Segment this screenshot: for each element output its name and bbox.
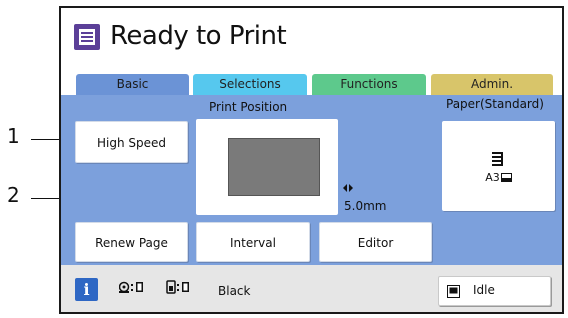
ink-color-label: Black: [218, 284, 251, 298]
editor-button[interactable]: Editor: [319, 222, 432, 262]
tab-functions[interactable]: Functions: [312, 74, 426, 95]
paper-size-row: A3: [442, 171, 555, 184]
printer-panel-screen: Ready to Print Basic Selections Function…: [59, 6, 564, 314]
ink-cartridge-icon: [166, 280, 189, 294]
callout-2: 2: [7, 183, 20, 207]
idle-button[interactable]: Idle: [438, 276, 551, 306]
print-position-offset: 5.0mm: [344, 199, 387, 213]
info-button[interactable]: i: [75, 278, 98, 301]
tab-admin[interactable]: Admin.: [431, 74, 553, 95]
master-status: [118, 280, 145, 299]
paper-tray-icon: [492, 152, 503, 166]
master-roll-icon: [118, 281, 143, 293]
page-title: Ready to Print: [110, 21, 287, 51]
print-position-preview: [228, 138, 320, 196]
header: Ready to Print: [61, 8, 562, 66]
interval-button[interactable]: Interval: [196, 222, 310, 262]
landscape-paper-icon: [500, 173, 512, 182]
idle-label: Idle: [473, 283, 495, 297]
document-list-icon: [74, 24, 100, 50]
paper-label: Paper(Standard): [446, 97, 544, 111]
tab-selections[interactable]: Selections: [193, 74, 307, 95]
ink-status: [166, 280, 196, 299]
print-position-label: Print Position: [209, 100, 288, 114]
renew-page-button[interactable]: Renew Page: [75, 222, 188, 262]
machine-status-icon: [447, 285, 460, 298]
callout-1: 1: [7, 124, 20, 148]
paper-button[interactable]: A3: [442, 121, 555, 211]
paper-size: A3: [485, 171, 500, 184]
high-speed-button[interactable]: High Speed: [75, 121, 188, 163]
horizontal-shift-icon: [343, 184, 353, 192]
